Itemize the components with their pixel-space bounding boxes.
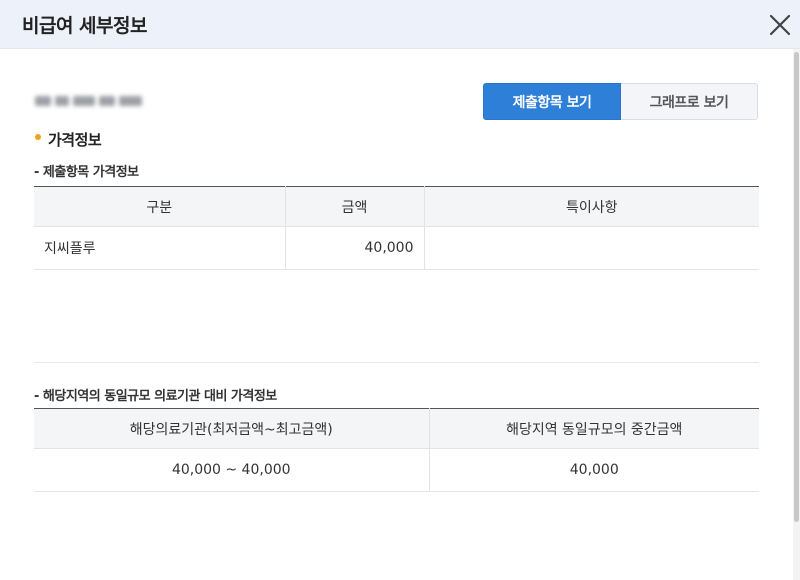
cell-category: 지씨플루: [34, 226, 285, 270]
dialog-header: 비급여 세부정보: [0, 0, 800, 49]
regional-comparison-table: 해당의료기관(최저금액~최고금액) 해당지역 동일규모의 중간금액 40,000…: [34, 408, 759, 492]
cell-note: [423, 226, 759, 270]
submitted-prices-table: 구분 금액 특이사항 지씨플루 40,000: [34, 186, 759, 270]
view-graph-button[interactable]: 그래프로 보기: [621, 83, 758, 120]
close-icon[interactable]: [767, 12, 793, 38]
cell-median: 40,000: [428, 448, 759, 492]
column-header-range: 해당의료기관(최저금액~최고금액): [34, 408, 429, 449]
column-header-amount: 금액: [284, 186, 424, 227]
bullet-icon: [35, 134, 41, 140]
column-header-category: 구분: [34, 186, 285, 227]
table-row: 40,000 ~ 40,000 40,000: [34, 448, 759, 492]
section-title: 가격정보: [48, 131, 102, 149]
dialog-title: 비급여 세부정보: [22, 15, 147, 37]
regional-comparison-subtitle: - 해당지역의 동일규모 의료기관 대비 가격정보: [34, 389, 277, 404]
section-divider: [34, 362, 759, 363]
cell-range: 40,000 ~ 40,000: [34, 448, 429, 492]
scrollbar-thumb[interactable]: [794, 52, 799, 522]
column-header-note: 특이사항: [423, 186, 759, 227]
table-row: 지씨플루 40,000: [34, 226, 759, 270]
cell-amount: 40,000: [284, 226, 424, 270]
table-header-row: 해당의료기관(최저금액~최고금액) 해당지역 동일규모의 중간금액: [34, 408, 759, 449]
table-header-row: 구분 금액 특이사항: [34, 186, 759, 227]
submitted-prices-subtitle: - 제출항목 가격정보: [34, 165, 139, 180]
column-header-median: 해당지역 동일규모의 중간금액: [428, 408, 759, 449]
view-items-button[interactable]: 제출항목 보기: [483, 83, 621, 120]
redacted-institution-name: [35, 93, 142, 109]
